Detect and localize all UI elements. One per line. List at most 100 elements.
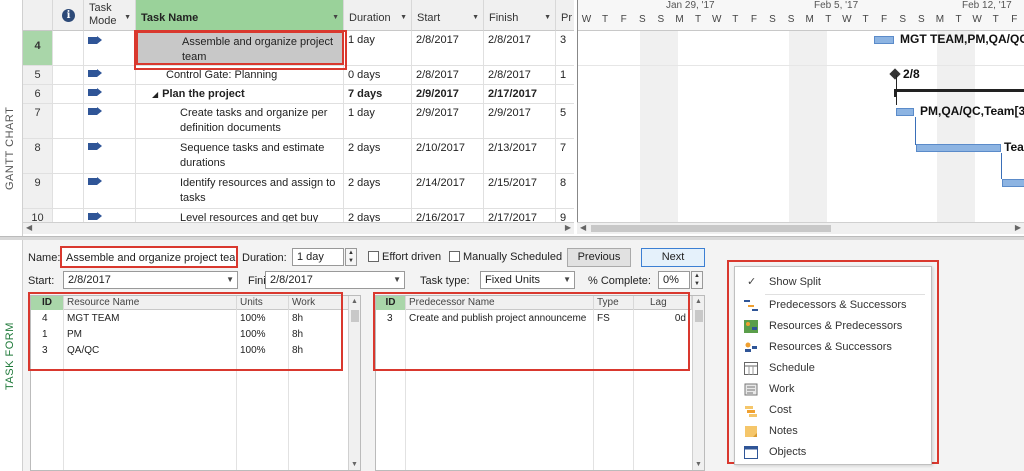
duration-cell[interactable]: 2 days: [344, 139, 412, 173]
menu-item-objects[interactable]: Objects: [735, 442, 931, 462]
table-row[interactable]: 9 Identify resources and assign to tasks…: [23, 174, 574, 209]
type-header[interactable]: Type: [594, 296, 634, 310]
resource-id-cell[interactable]: 4: [39, 311, 64, 327]
duration-cell[interactable]: 1 day: [344, 104, 412, 138]
resource-name-cell[interactable]: MGT TEAM: [64, 311, 237, 327]
finish-field[interactable]: 2/8/2017 ▼: [265, 271, 405, 289]
duration-spinner[interactable]: ▲ ▼: [345, 248, 357, 266]
resources-vertical-scrollbar[interactable]: ▲ ▼: [348, 296, 360, 470]
chevron-down-icon[interactable]: ▼: [332, 14, 339, 21]
row-id[interactable]: 5: [23, 66, 53, 84]
predecessors-cell[interactable]: 9: [556, 209, 574, 222]
summary-bar[interactable]: [894, 89, 1024, 92]
grid-header-task-name[interactable]: Task Name ▼: [136, 0, 344, 31]
work-header[interactable]: Work: [289, 296, 349, 310]
scroll-down-icon[interactable]: ▼: [695, 461, 702, 468]
next-button[interactable]: Next: [641, 248, 705, 267]
predecessors-cell[interactable]: 7: [556, 139, 574, 173]
resources-table[interactable]: ID Resource Name Units Work 4 MGT TEAM 1…: [30, 295, 361, 471]
units-cell[interactable]: 100%: [237, 327, 289, 343]
collapse-triangle-icon[interactable]: ◢: [152, 90, 158, 99]
chevron-down-icon[interactable]: ▼: [544, 14, 551, 21]
row-id[interactable]: 10: [23, 209, 53, 222]
units-cell[interactable]: 100%: [237, 311, 289, 327]
duration-field[interactable]: 1 day: [292, 248, 344, 266]
task-bar[interactable]: [1002, 179, 1024, 187]
scroll-left-icon[interactable]: ◀: [580, 223, 586, 232]
row-task-mode-cell[interactable]: [84, 66, 136, 84]
finish-cell[interactable]: 2/17/2017: [484, 85, 556, 103]
task-name-cell[interactable]: Level resources and get buy: [136, 209, 344, 222]
previous-button[interactable]: Previous: [567, 248, 631, 267]
finish-cell[interactable]: 2/13/2017: [484, 139, 556, 173]
row-id[interactable]: 9: [23, 174, 53, 208]
milestone-diamond[interactable]: [889, 68, 901, 80]
table-row[interactable]: 3 QA/QC 100% 8h: [31, 343, 360, 359]
task-bar[interactable]: [874, 36, 894, 44]
table-row[interactable]: 4 Assemble and organize project team 1 d…: [23, 31, 574, 66]
chevron-down-icon[interactable]: ▼: [472, 14, 479, 21]
menu-item-notes[interactable]: Notes: [735, 421, 931, 441]
start-cell[interactable]: 2/9/2017: [412, 85, 484, 103]
start-field[interactable]: 2/8/2017 ▼: [63, 271, 238, 289]
task-name-cell[interactable]: Sequence tasks and estimate durations: [136, 139, 344, 173]
task-bar[interactable]: [916, 144, 1001, 152]
start-cell[interactable]: 2/14/2017: [412, 174, 484, 208]
work-cell[interactable]: 8h: [289, 311, 349, 327]
predecessors-cell[interactable]: 3: [556, 31, 574, 65]
row-task-mode-cell[interactable]: [84, 85, 136, 103]
row-id[interactable]: 8: [23, 139, 53, 173]
row-id[interactable]: 7: [23, 104, 53, 138]
units-cell[interactable]: 100%: [237, 343, 289, 359]
menu-item-predecessors-successors[interactable]: Predecessors & Successors: [735, 295, 931, 315]
predecessor-name-cell[interactable]: Create and publish project announceme: [406, 311, 594, 327]
chevron-down-icon[interactable]: ▼: [563, 275, 571, 284]
finish-cell[interactable]: 2/8/2017: [484, 66, 556, 84]
table-row[interactable]: 8 Sequence tasks and estimate durations …: [23, 139, 574, 174]
percent-complete-spinner[interactable]: ▲ ▼: [691, 271, 703, 289]
units-header[interactable]: Units: [237, 296, 289, 310]
work-cell[interactable]: 8h: [289, 343, 349, 359]
row-id[interactable]: 6: [23, 85, 53, 103]
table-row[interactable]: 4 MGT TEAM 100% 8h: [31, 311, 360, 327]
scroll-down-icon[interactable]: ▼: [351, 461, 358, 468]
table-row[interactable]: 3 Create and publish project announceme …: [376, 311, 704, 327]
row-task-mode-cell[interactable]: [84, 139, 136, 173]
grid-header-indicators[interactable]: i: [53, 0, 84, 31]
type-cell[interactable]: FS: [594, 311, 634, 327]
finish-cell[interactable]: 2/15/2017: [484, 174, 556, 208]
predecessors-cell[interactable]: [556, 85, 574, 103]
scrollbar-thumb[interactable]: [591, 225, 831, 232]
task-name-cell[interactable]: ◢ Plan the project: [136, 85, 344, 103]
task-type-select[interactable]: Fixed Units ▼: [480, 271, 575, 289]
task-name-cell[interactable]: Control Gate: Planning: [136, 66, 344, 84]
chevron-down-icon[interactable]: ▼: [226, 275, 234, 284]
finish-cell[interactable]: 2/17/2017: [484, 209, 556, 222]
start-cell[interactable]: 2/8/2017: [412, 31, 484, 65]
menu-item-work[interactable]: Work: [735, 379, 931, 399]
task-name-field[interactable]: Assemble and organize project team: [60, 246, 238, 268]
chevron-down-icon[interactable]: ▼: [124, 14, 131, 21]
resource-name-header[interactable]: Resource Name: [64, 296, 237, 310]
resource-name-cell[interactable]: QA/QC: [64, 343, 237, 359]
table-row[interactable]: 5 Control Gate: Planning 0 days 2/8/2017…: [23, 66, 574, 85]
gantt-chart-area[interactable]: Jan 29, '17 Feb 5, '17 Feb 12, '17 WTFSS…: [577, 0, 1024, 222]
predecessor-name-header[interactable]: Predecessor Name: [406, 296, 594, 310]
predecessor-id-cell[interactable]: 3: [384, 311, 406, 327]
start-cell[interactable]: 2/8/2017: [412, 66, 484, 84]
finish-cell[interactable]: 2/8/2017: [484, 31, 556, 65]
chevron-down-icon[interactable]: ▼: [400, 14, 407, 21]
scrollbar-thumb[interactable]: [695, 310, 703, 322]
resource-name-cell[interactable]: PM: [64, 327, 237, 343]
manually-scheduled-checkbox[interactable]: [449, 251, 460, 262]
grid-horizontal-scrollbar[interactable]: ◀ ▶: [23, 222, 574, 234]
predecessors-cell[interactable]: 1: [556, 66, 574, 84]
start-cell[interactable]: 2/9/2017: [412, 104, 484, 138]
work-cell[interactable]: 8h: [289, 327, 349, 343]
resources-id-header[interactable]: ID: [31, 296, 64, 310]
finish-cell[interactable]: 2/9/2017: [484, 104, 556, 138]
menu-item-resources-successors[interactable]: Resources & Successors: [735, 337, 931, 357]
lag-header[interactable]: Lag: [634, 296, 692, 310]
duration-cell[interactable]: 0 days: [344, 66, 412, 84]
duration-cell[interactable]: 1 day: [344, 31, 412, 65]
